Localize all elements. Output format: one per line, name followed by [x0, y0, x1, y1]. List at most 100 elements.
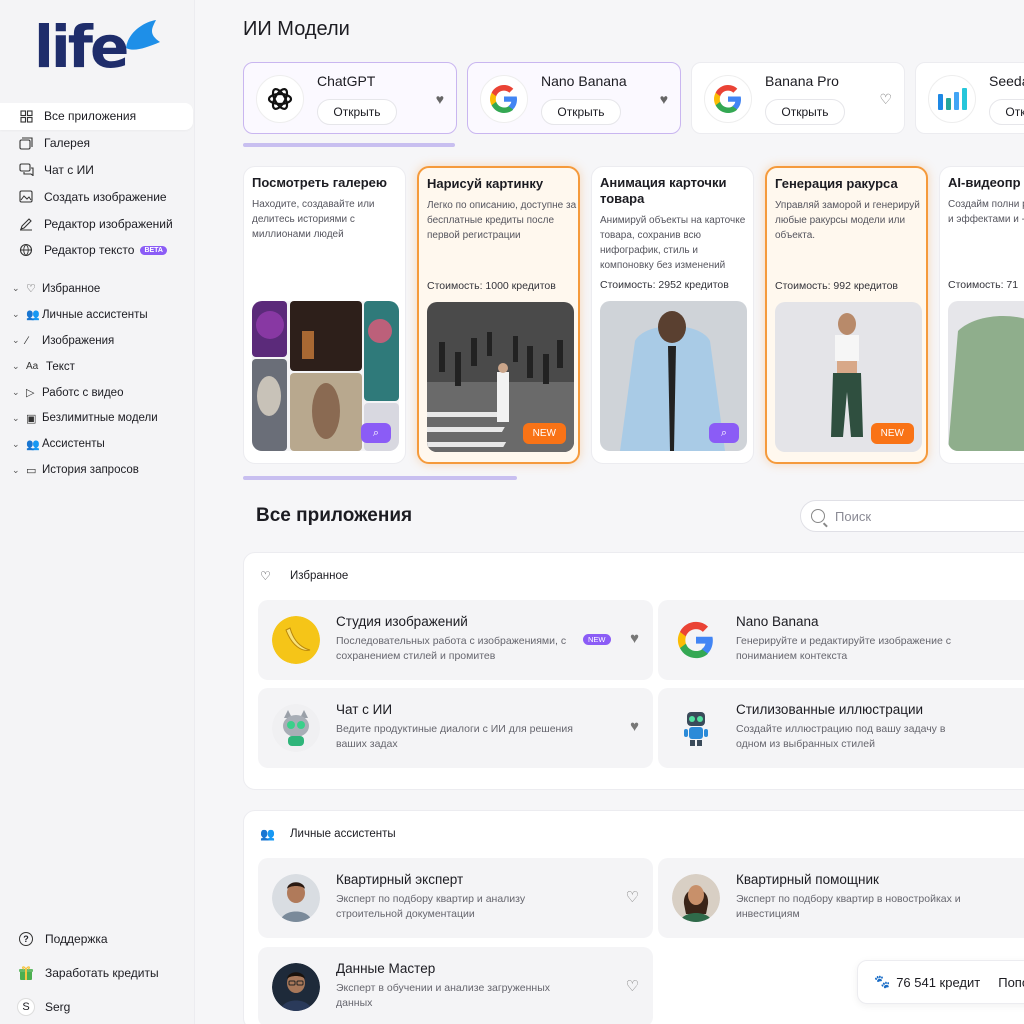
chevron-down-icon: ⌄	[12, 283, 20, 294]
model-card-chatgpt[interactable]: ChatGPT Открыть ♥	[243, 62, 457, 134]
zoom-icon[interactable]: ⌕	[361, 423, 391, 443]
nav-create-image[interactable]: Создать изображение	[0, 183, 195, 210]
group-history[interactable]: ⌄ ▭ История запросов	[0, 457, 195, 483]
group-text[interactable]: ⌄ Aa Текст	[0, 354, 195, 380]
heart-filled-icon[interactable]: ♥	[436, 91, 444, 107]
fav-item-nano-banana[interactable]: Nano Banana Генерируйте и редактируйте и…	[658, 600, 1024, 680]
model-card-banana-pro[interactable]: Banana Pro Открыть ♡	[691, 62, 905, 134]
app-card-desc: Находите, создавайте или делитесь истори…	[252, 199, 375, 240]
nav-text-editor[interactable]: Редактор тексто BETA	[0, 237, 195, 264]
grid-icon	[18, 108, 34, 124]
assistant-item-apartment-expert[interactable]: Квартирный эксперт Эксперт по подбору кв…	[258, 858, 653, 938]
nav-label: Редактор тексто	[44, 243, 135, 258]
search-input[interactable]: Поиск	[800, 500, 1024, 532]
group-personal-assistants[interactable]: ⌄ 👥 Личные ассистенты	[0, 302, 195, 328]
model-card-nano-banana[interactable]: Nano Banana Открыть ♥	[467, 62, 681, 134]
group-favorites[interactable]: ⌄ ♡ Избранное	[0, 276, 195, 302]
heart-outline-icon[interactable]: ♡	[626, 888, 639, 906]
item-title: Стилизованные иллюстрации	[736, 702, 924, 717]
app-card-angle-generation[interactable]: Генерация ракурса Управляй заморой и ген…	[765, 166, 928, 464]
earn-credits-link[interactable]: Заработать кредиты	[0, 956, 195, 990]
open-button[interactable]: Открыть	[989, 99, 1024, 125]
gift-icon	[17, 964, 35, 982]
logo-text: life	[34, 13, 129, 81]
group-label: Текст	[46, 360, 75, 373]
avatar-man-2	[272, 963, 320, 1011]
chat-icon	[18, 162, 34, 178]
new-badge: NEW	[583, 634, 611, 645]
heart-filled-icon[interactable]: ♥	[630, 718, 639, 735]
item-desc: Последовательных работа с изображениями,…	[336, 635, 567, 663]
earn-label: Заработать кредиты	[45, 966, 159, 980]
user-initial: S	[17, 998, 35, 1016]
main-nav: Все приложения Галерея Чат с ИИ Создать …	[0, 103, 195, 264]
nav-label: Создать изображение	[44, 189, 167, 204]
people-icon: 👥	[260, 827, 275, 841]
models-section-title: ИИ Модели	[243, 18, 350, 40]
model-name: ChatGPT	[317, 73, 376, 89]
item-title: Квартирный помощник	[736, 872, 879, 887]
heart-filled-icon[interactable]: ♥	[630, 630, 639, 647]
fav-item-stylized-illustrations[interactable]: Стилизованные иллюстрации Создайте иллюс…	[658, 688, 1024, 768]
jacket-product-image: ⌕	[600, 301, 747, 451]
item-title: Данные Мастер	[336, 961, 436, 976]
item-desc: Ведите продуктиные диалоги с ИИ для реше…	[336, 723, 573, 751]
group-label: Личные ассистенты	[42, 308, 148, 321]
search-placeholder: Поиск	[835, 508, 872, 524]
new-badge: NEW	[870, 423, 914, 444]
nav-image-editor[interactable]: Редактор изображений	[0, 210, 195, 237]
nav-all-apps[interactable]: Все приложения	[0, 103, 193, 130]
app-card-title: Нарисуй картинку	[427, 176, 544, 191]
zoom-icon[interactable]: ⌕	[709, 423, 739, 443]
help-icon: ?	[17, 930, 35, 948]
main-content: ИИ Модели ChatGPT Открыть ♥ Nano Banana …	[195, 0, 1024, 1024]
app-card-desc: Управляй заморой и генерируй любые ракур…	[775, 200, 920, 241]
globe-icon	[18, 242, 34, 258]
assistant-item-apartment-helper[interactable]: Квартирный помощник Эксперт по подбору к…	[658, 858, 1024, 938]
models-scroll-indicator[interactable]	[243, 143, 455, 147]
google-icon	[704, 75, 752, 123]
app-card-cost: Стоимость: 71	[948, 279, 1019, 291]
model-name: Seeda	[989, 73, 1024, 89]
sidebar: life Все приложения Галерея Чат с ИИ Соз…	[0, 0, 195, 1024]
credits-widget[interactable]: 🐾 76 541 кредит Попо	[857, 960, 1024, 1004]
group-assistants[interactable]: ⌄ 👥 Ассистенты	[0, 431, 195, 457]
panel-title: Избранное	[290, 570, 349, 582]
heart-filled-icon[interactable]: ♥	[660, 91, 668, 107]
model-card-seeda[interactable]: Seeda Открыть	[915, 62, 1024, 134]
assistant-item-data-master[interactable]: Данные Мастер Эксперт в обучении и анали…	[258, 947, 653, 1024]
group-video[interactable]: ⌄ ▷ Работс с видео	[0, 380, 195, 406]
fav-item-image-studio[interactable]: Студия изображений Последовательных рабо…	[258, 600, 653, 680]
chevron-down-icon: ⌄	[12, 309, 20, 320]
life-logo[interactable]: life	[34, 14, 164, 86]
app-card-product-animation[interactable]: Анимация карточки товара Анимируй объект…	[591, 166, 754, 464]
favorites-panel: ♡ Избранное Студия изображений Последова…	[243, 552, 1024, 790]
nav-label: Все приложения	[44, 109, 137, 124]
item-desc: Создайте иллюстрацию под вашу задачу в о…	[736, 723, 946, 751]
user-profile[interactable]: S Serg	[0, 990, 195, 1024]
fav-item-chat-ai[interactable]: Чат с ИИ Ведите продуктиные диалоги с ИИ…	[258, 688, 653, 768]
item-desc: Эксперт по подбору квартир и анализу стр…	[336, 893, 526, 921]
chevron-down-icon: ⌄	[12, 361, 20, 372]
apps-scroll-indicator[interactable]	[243, 476, 517, 480]
app-card-title: Посмотреть галерею	[252, 175, 387, 190]
heart-outline-icon[interactable]: ♡	[626, 977, 639, 995]
credits-more[interactable]: Попо	[998, 975, 1024, 990]
nav-chat[interactable]: Чат с ИИ	[0, 157, 195, 184]
support-link[interactable]: ? Поддержка	[0, 922, 195, 956]
app-card-gallery[interactable]: Посмотреть галерею Находите, создавайте …	[243, 166, 406, 464]
avatar-man	[272, 874, 320, 922]
app-card-ai-video[interactable]: AI-видеопр Создайм полни рекламорю сьё и…	[939, 166, 1024, 464]
nav-gallery[interactable]: Галерея	[0, 130, 195, 157]
chevron-down-icon: ⌄	[12, 335, 20, 346]
sidebar-bottom: ? Поддержка Заработать кредиты S Serg	[0, 922, 195, 1024]
group-unlimited-models[interactable]: ⌄ ▣ Безлимитные модели	[0, 405, 195, 431]
open-button[interactable]: Открыть	[317, 99, 397, 125]
open-button[interactable]: Открыть	[765, 99, 845, 125]
group-images[interactable]: ⌄ ∕ Изображения	[0, 328, 195, 354]
open-button[interactable]: Открыть	[541, 99, 621, 125]
heart-outline-icon[interactable]: ♡	[879, 91, 892, 108]
app-card-draw-picture[interactable]: Нарисуй картинку Легко по описанию, дост…	[417, 166, 580, 464]
chevron-down-icon: ⌄	[12, 412, 20, 423]
seedance-icon	[928, 75, 976, 123]
